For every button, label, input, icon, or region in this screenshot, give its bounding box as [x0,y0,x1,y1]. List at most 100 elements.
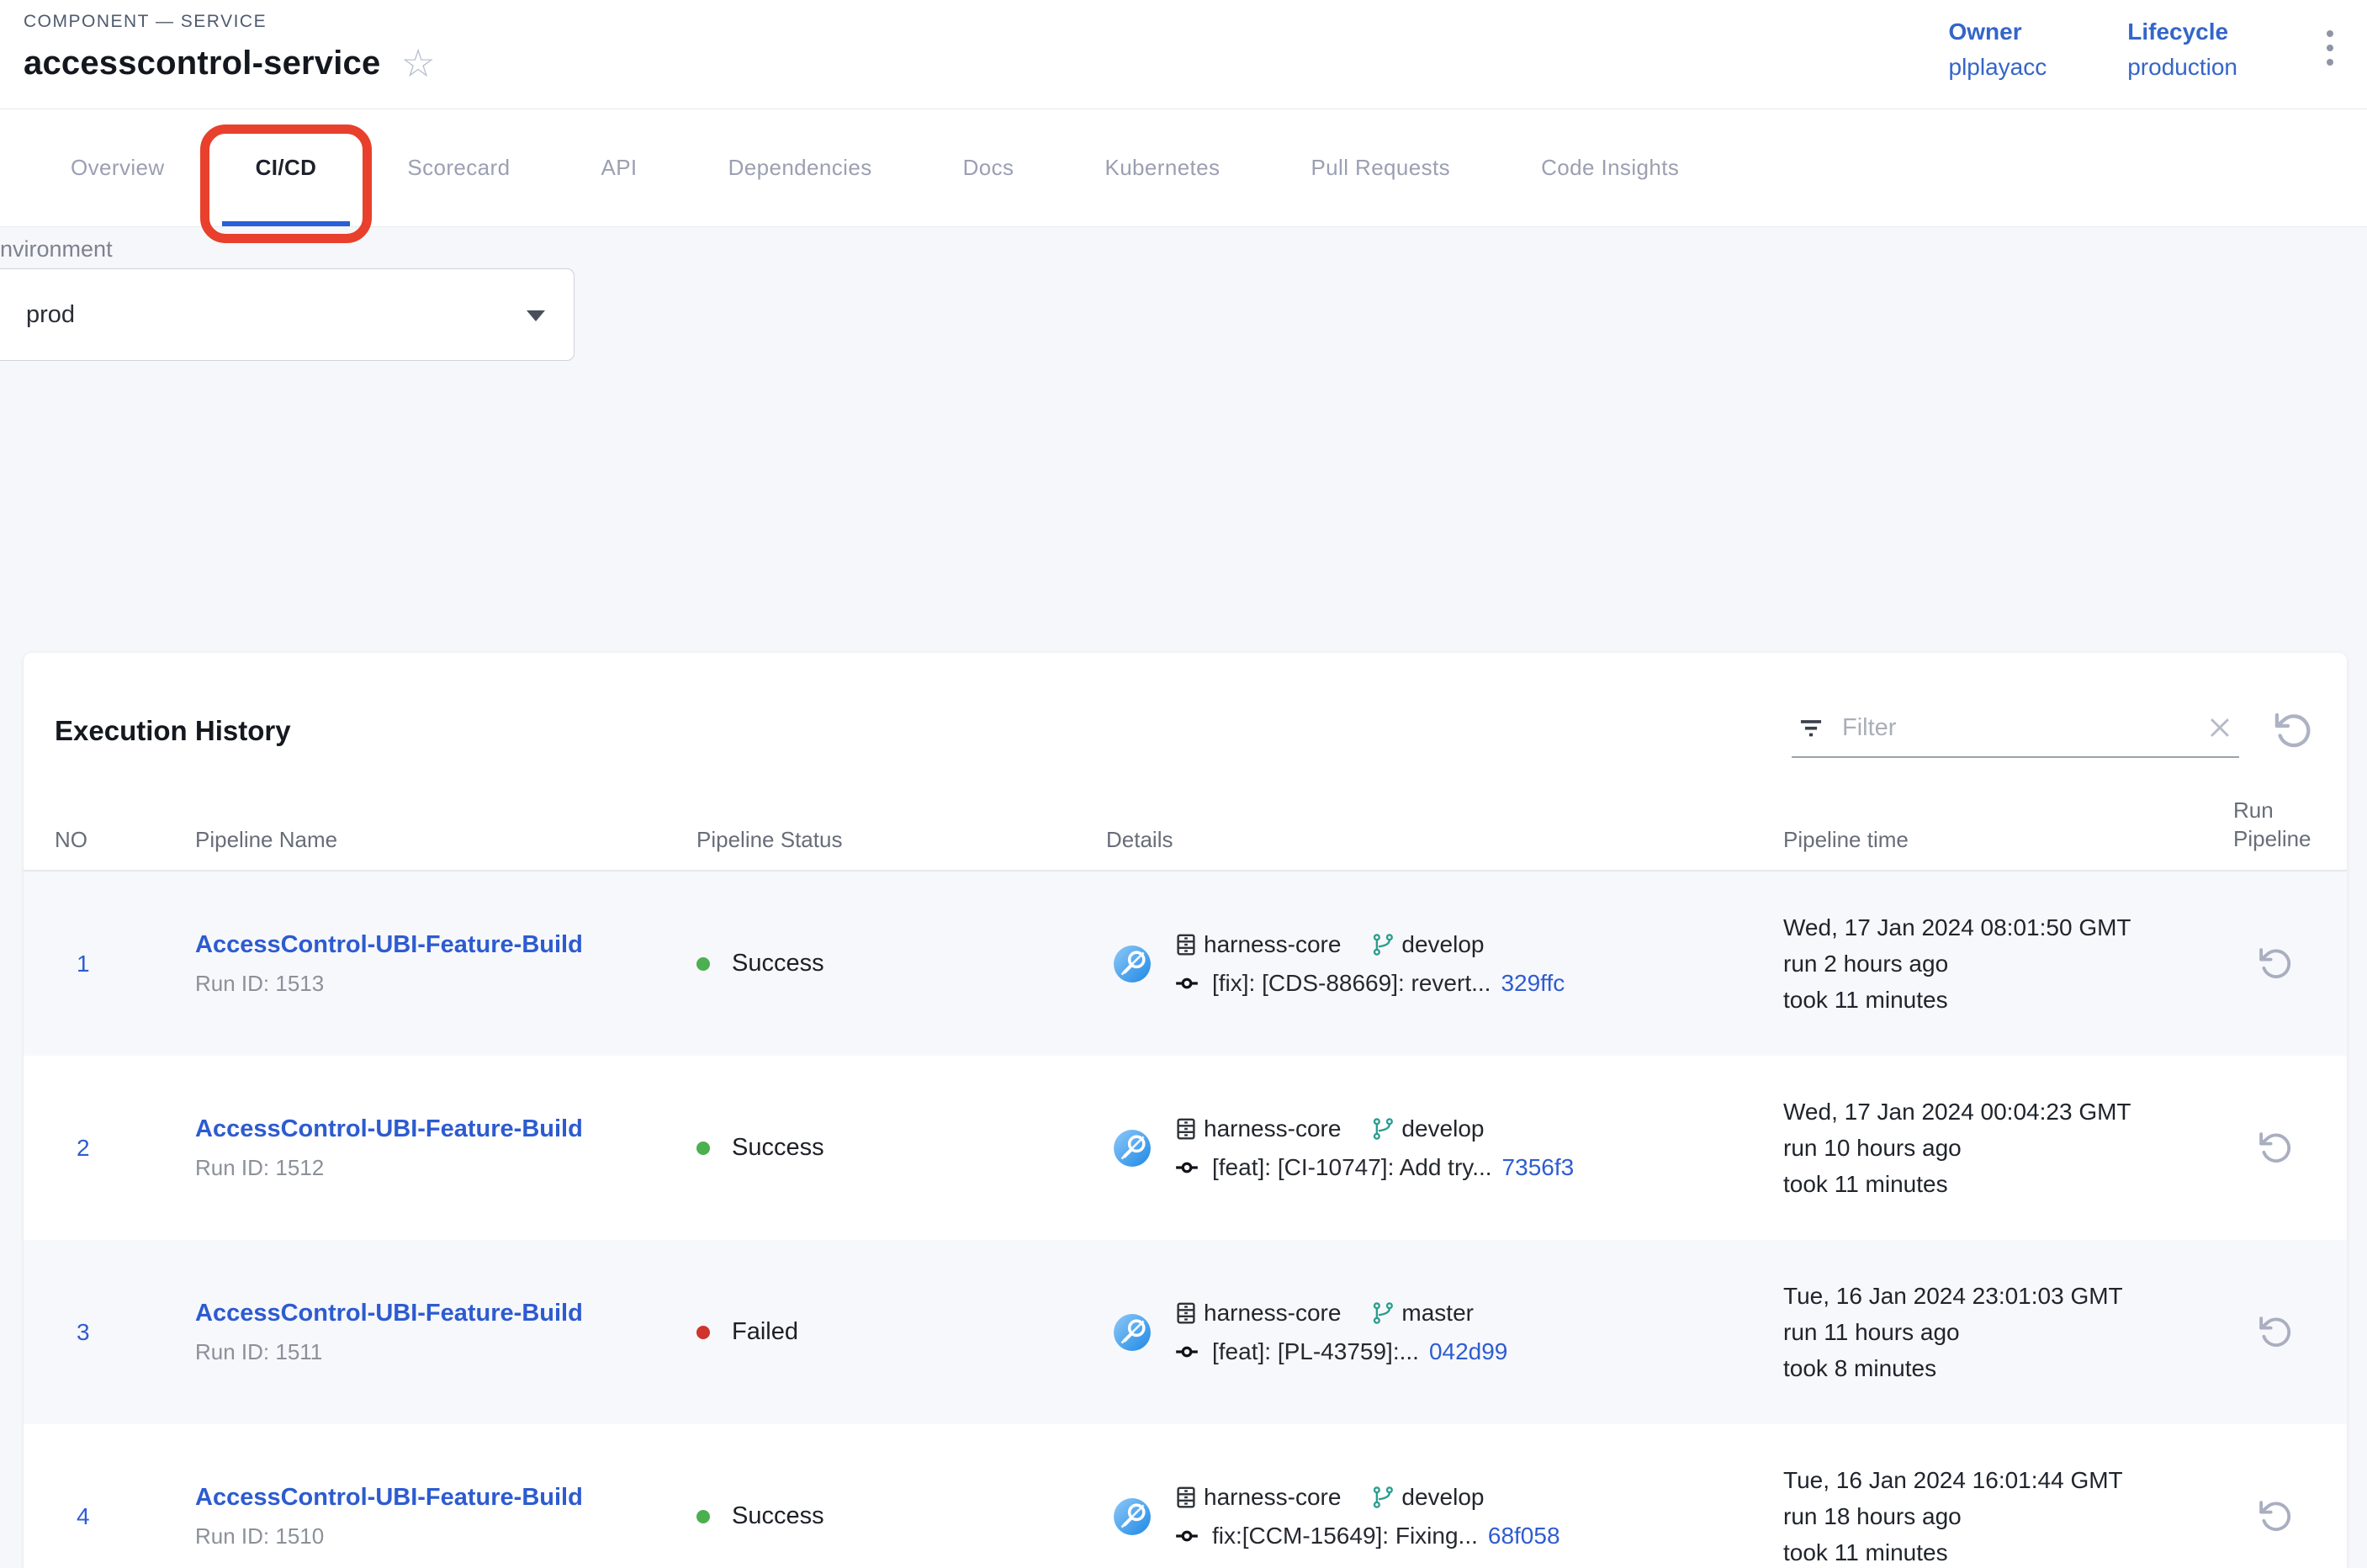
entity-tabs: Overview CI/CD Scorecard API Dependencie… [0,109,2367,227]
commit-hash-link[interactable]: 7356f3 [1502,1154,1575,1181]
branch-name: develop [1401,931,1484,958]
commit-message: [fix]: [CDS-88669]: revert... [1212,970,1491,997]
run-pipeline-refresh-icon [2256,1129,2295,1168]
pipeline-time-date: Wed, 17 Jan 2024 08:01:50 GMT [1783,909,2233,946]
run-id: Run ID: 1512 [195,1155,696,1181]
pipeline-time-relative: run 2 hours ago [1783,946,2233,982]
row-number: 1 [55,951,195,977]
run-pipeline-button[interactable] [2256,1497,2295,1536]
tab-overview[interactable]: Overview [25,109,210,226]
run-pipeline-refresh-icon [2256,945,2295,983]
row-number: 3 [55,1319,195,1346]
row-number: 2 [55,1135,195,1162]
git-commit-icon [1173,1156,1200,1179]
pipeline-time-date: Tue, 16 Jan 2024 23:01:03 GMT [1783,1278,2233,1314]
status-text: Success [732,1502,824,1530]
header-left: COMPONENT — SERVICE accesscontrol-servic… [24,12,436,82]
tab-docs[interactable]: Docs [918,109,1060,226]
commit-message: [feat]: [PL-43759]:... [1212,1338,1419,1365]
ci-pipeline-icon[interactable] [1113,945,1152,983]
tab-scorecard[interactable]: Scorecard [362,109,555,226]
execution-history-card: Execution History NO Pipeline Name Pipel… [24,653,2347,1568]
commit-hash-link[interactable]: 329ffc [1501,970,1565,997]
col-header-details: Details [1106,827,1783,853]
filter-icon [1797,713,1825,742]
table-row: 2 AccessControl-UBI-Feature-Build Run ID… [24,1056,2347,1240]
pipeline-time-duration: took 11 minutes [1783,1166,2233,1202]
favorite-star-icon[interactable]: ☆ [400,44,435,82]
commit-hash-link[interactable]: 68f058 [1488,1523,1560,1549]
filter-control [1792,704,2239,758]
entity-kind-eyebrow: COMPONENT — SERVICE [24,12,436,32]
git-commit-icon [1173,1524,1200,1548]
run-pipeline-button[interactable] [2256,945,2295,983]
status-text: Failed [732,1318,798,1346]
col-header-no: NO [55,827,195,853]
run-pipeline-refresh-icon [2256,1313,2295,1352]
ci-pipeline-icon[interactable] [1113,1497,1152,1536]
ci-pipeline-icon[interactable] [1113,1129,1152,1168]
execution-history-title: Execution History [55,715,291,747]
tab-code-insights[interactable]: Code Insights [1496,109,1724,226]
filter-clear-button[interactable] [2205,713,2234,742]
pipeline-time: Wed, 17 Jan 2024 00:04:23 GMT run 10 hou… [1783,1094,2233,1202]
tab-dependencies[interactable]: Dependencies [683,109,918,226]
pipeline-name-link[interactable]: AccessControl-UBI-Feature-Build [195,1484,583,1511]
status-dot [696,1142,710,1155]
app-header: COMPONENT — SERVICE accesscontrol-servic… [0,0,2367,109]
pipeline-name-link[interactable]: AccessControl-UBI-Feature-Build [195,931,583,958]
commit-message: fix:[CCM-15649]: Fixing... [1212,1523,1478,1549]
ci-pipeline-icon[interactable] [1113,1313,1152,1352]
pipeline-time-duration: took 11 minutes [1783,982,2233,1018]
row-number: 4 [55,1503,195,1530]
col-header-pipeline-name: Pipeline Name [195,827,696,853]
table-row: 1 AccessControl-UBI-Feature-Build Run ID… [24,871,2347,1056]
run-pipeline-refresh-icon [2256,1497,2295,1536]
col-header-pipeline-status: Pipeline Status [696,827,1106,853]
git-branch-icon [1371,1116,1396,1142]
pipeline-time: Tue, 16 Jan 2024 23:01:03 GMT run 11 hou… [1783,1278,2233,1386]
pipeline-time: Tue, 16 Jan 2024 16:01:44 GMT run 18 hou… [1783,1462,2233,1568]
table-row: 3 AccessControl-UBI-Feature-Build Run ID… [24,1240,2347,1424]
tab-kubernetes[interactable]: Kubernetes [1059,109,1265,226]
owner-value-link[interactable]: plplayacc [1949,54,2047,81]
run-pipeline-button[interactable] [2256,1313,2295,1352]
pipeline-time-duration: took 8 minutes [1783,1350,2233,1386]
pipeline-name-link[interactable]: AccessControl-UBI-Feature-Build [195,1300,583,1327]
status-text: Success [732,950,824,977]
pipeline-time-relative: run 10 hours ago [1783,1130,2233,1166]
cicd-tab-content: Environment prod Execution History NO Pi… [0,228,2367,1568]
run-id: Run ID: 1513 [195,971,696,997]
close-x-icon [2205,713,2234,742]
tab-cicd[interactable]: CI/CD [210,109,363,226]
pipeline-time: Wed, 17 Jan 2024 08:01:50 GMT run 2 hour… [1783,909,2233,1018]
more-options-kebab-icon[interactable] [2318,19,2342,77]
lifecycle-value: production [2127,54,2237,81]
table-body: 1 AccessControl-UBI-Feature-Build Run ID… [24,871,2347,1568]
environment-select[interactable]: prod [0,268,575,361]
filter-input[interactable] [1842,714,2189,742]
repository-name: harness-core [1204,1300,1341,1327]
status-dot [696,1510,710,1523]
status-dot [696,1326,710,1339]
pipeline-time-relative: run 18 hours ago [1783,1498,2233,1534]
lifecycle-label: Lifecycle [2127,19,2237,45]
active-tab-underline [222,221,351,226]
status-text: Success [732,1134,824,1162]
commit-hash-link[interactable]: 042d99 [1429,1338,1507,1365]
git-commit-icon [1173,1340,1200,1364]
run-id: Run ID: 1510 [195,1523,696,1549]
caret-down-icon [527,310,545,321]
repository-name: harness-core [1204,1484,1341,1511]
pipeline-time-date: Tue, 16 Jan 2024 16:01:44 GMT [1783,1462,2233,1498]
table-header-row: NO Pipeline Name Pipeline Status Details… [24,772,2347,871]
run-pipeline-button[interactable] [2256,1129,2295,1168]
page-title: accesscontrol-service [24,45,380,82]
tab-pull-requests[interactable]: Pull Requests [1265,109,1496,226]
tab-api[interactable]: API [555,109,682,226]
table-refresh-button[interactable] [2271,709,2315,753]
pipeline-time-date: Wed, 17 Jan 2024 00:04:23 GMT [1783,1094,2233,1130]
pipeline-name-link[interactable]: AccessControl-UBI-Feature-Build [195,1115,583,1142]
commit-message: [feat]: [CI-10747]: Add try... [1212,1154,1492,1181]
run-id: Run ID: 1511 [195,1339,696,1365]
